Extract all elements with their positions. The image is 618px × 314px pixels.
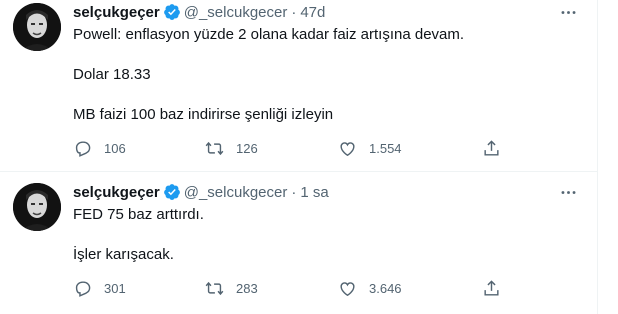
timestamp[interactable]: 1 sa (300, 184, 328, 201)
retweet-count: 283 (236, 280, 258, 296)
tweet-actions: 106 126 1.554 (73, 137, 513, 159)
author-name[interactable]: selçukgeçer (73, 184, 160, 201)
more-horizontal-icon[interactable] (558, 2, 578, 22)
tweet-text-line: MB faizi 100 baz indirirse şenliği izley… (73, 106, 334, 123)
more-horizontal-icon[interactable] (558, 182, 578, 202)
tweet-header: selçukgeçer @_selcukgecer · 47d (73, 2, 325, 22)
reply-button[interactable]: 106 (73, 137, 126, 159)
tweet-text-line: İşler karışacak. (73, 246, 174, 263)
like-button[interactable]: 1.554 (338, 137, 402, 159)
separator-dot: · (291, 183, 297, 201)
retweet-icon (205, 281, 224, 295)
avatar[interactable] (13, 183, 61, 231)
share-button[interactable] (482, 137, 501, 159)
reply-icon (75, 140, 91, 157)
tweet-text-line: FED 75 baz arttırdı. (73, 206, 204, 223)
avatar-portrait-icon (13, 3, 61, 51)
tweet-feed: selçukgeçer @_selcukgecer · 47d Powell: … (0, 0, 598, 314)
reply-count: 106 (104, 140, 126, 156)
retweet-button[interactable]: 283 (205, 277, 258, 299)
retweet-button[interactable]: 126 (205, 137, 258, 159)
tweet-text-line: Powell: enflasyon yüzde 2 olana kadar fa… (73, 26, 465, 43)
author-handle[interactable]: @_selcukgecer (184, 4, 288, 21)
reply-count: 301 (104, 280, 126, 296)
tweet[interactable]: selçukgeçer @_selcukgecer · 1 sa FED 75 … (0, 172, 598, 314)
tweet-actions: 301 283 3.646 (73, 277, 513, 299)
reply-icon (75, 280, 91, 297)
tweet-header: selçukgeçer @_selcukgecer · 1 sa (73, 182, 329, 202)
like-count: 3.646 (369, 280, 402, 296)
tweet[interactable]: selçukgeçer @_selcukgecer · 47d Powell: … (0, 0, 598, 172)
retweet-count: 126 (236, 140, 258, 156)
share-icon (484, 279, 499, 296)
verified-badge-icon (163, 183, 181, 201)
author-handle[interactable]: @_selcukgecer (184, 184, 288, 201)
like-count: 1.554 (369, 140, 402, 156)
tweet-text-line: Dolar 18.33 (73, 66, 151, 83)
share-button[interactable] (482, 277, 501, 299)
reply-button[interactable]: 301 (73, 277, 126, 299)
share-icon (484, 139, 499, 156)
separator-dot: · (291, 3, 297, 21)
avatar[interactable] (13, 3, 61, 51)
avatar-portrait-icon (13, 183, 61, 231)
heart-icon (340, 141, 355, 156)
retweet-icon (205, 141, 224, 155)
timestamp[interactable]: 47d (300, 4, 325, 21)
like-button[interactable]: 3.646 (338, 277, 402, 299)
author-name[interactable]: selçukgeçer (73, 4, 160, 21)
heart-icon (340, 281, 355, 296)
verified-badge-icon (163, 3, 181, 21)
